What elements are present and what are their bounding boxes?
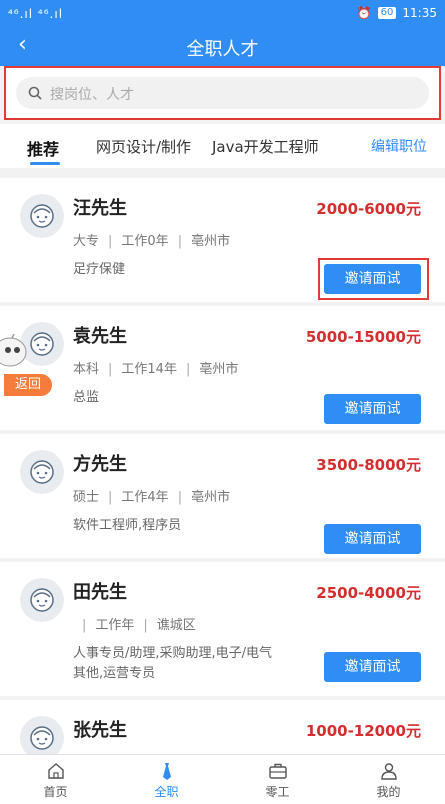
nav-mine-label: 我的	[376, 785, 401, 799]
candidate-tags: 足疗保健	[73, 262, 126, 277]
candidate-salary: 1000-12000元	[305, 722, 421, 740]
edit-jobs-link[interactable]: 编辑职位	[371, 136, 427, 156]
search-area: 搜岗位、人才	[4, 66, 441, 120]
candidate-salary: 2500-4000元	[316, 584, 421, 602]
avatar	[20, 450, 64, 494]
floating-return-widget[interactable]: 返回	[0, 334, 60, 404]
candidate-salary: 5000-15000元	[305, 328, 421, 346]
signal-indicator: ⁴⁶.ıl ⁴⁶.ıl	[8, 7, 64, 21]
candidate-name: 田先生	[73, 582, 127, 603]
job-tabs: 推荐 网页设计/制作 Java开发工程师 编辑职位	[0, 124, 445, 168]
candidate-education: 大专	[73, 234, 100, 249]
status-bar: ⁴⁶.ıl ⁴⁶.ıl ⏰ 60 11:35	[0, 0, 445, 28]
nav-fulltime[interactable]: 全职	[111, 755, 222, 804]
candidate-location: 谯城区	[156, 618, 196, 633]
candidate-experience: 工作年	[95, 618, 135, 633]
candidate-card[interactable]: 方先生 3500-8000元 硕士 | 工作4年 | 亳州市 软件工程师,程序员 邀请面…	[0, 434, 445, 558]
candidate-card[interactable]: 张先生 1000-12000元	[0, 700, 445, 760]
candidate-meta: 本科 | 工作14年 | 亳州市	[73, 362, 239, 377]
invite-interview-button[interactable]: 邀请面试	[324, 264, 421, 294]
candidate-experience: 工作4年	[121, 490, 169, 505]
tab-recommend[interactable]: 推荐	[27, 136, 59, 160]
status-time: 11:35	[402, 6, 437, 20]
invite-interview-button[interactable]: 邀请面试	[324, 394, 421, 424]
alarm-icon: ⏰	[356, 6, 372, 20]
nav-mine[interactable]: 我的	[333, 755, 444, 804]
candidate-education: 硕士	[73, 490, 100, 505]
nav-home[interactable]: 首页	[0, 755, 111, 804]
candidate-salary: 2000-6000元	[316, 200, 421, 218]
candidate-location: 亳州市	[199, 362, 239, 377]
nav-gig[interactable]: 零工	[222, 755, 333, 804]
avatar	[20, 194, 64, 238]
candidate-experience: 工作14年	[121, 362, 177, 377]
candidate-location: 亳州市	[191, 490, 231, 505]
nav-bar: ‹ 全职人才	[0, 28, 445, 66]
tab-java-developer[interactable]: Java开发工程师	[212, 136, 319, 157]
page-title: 全职人才	[186, 39, 259, 60]
candidate-name: 张先生	[73, 720, 127, 741]
bottom-nav: 首页 全职 零工 我的	[0, 754, 445, 804]
candidate-meta: 硕士 | 工作4年 | 亳州市	[73, 490, 231, 505]
avatar-icon	[30, 726, 54, 750]
candidate-tags: 软件工程师,程序员	[73, 518, 182, 533]
nav-fulltime-label: 全职	[154, 785, 179, 799]
candidate-tags: 人事专员/助理,采购助理,电子/电气 其他,运营专员	[73, 646, 273, 681]
invite-interview-button[interactable]: 邀请面试	[324, 652, 421, 682]
candidate-location: 亳州市	[191, 234, 231, 249]
avatar-icon	[30, 588, 54, 612]
candidate-tags: 总监	[73, 390, 100, 405]
candidate-name: 方先生	[73, 454, 127, 475]
invite-interview-button[interactable]: 邀请面试	[324, 524, 421, 554]
candidate-name: 汪先生	[73, 198, 127, 219]
candidate-salary: 3500-8000元	[316, 456, 421, 474]
search-placeholder: 搜岗位、人才	[50, 87, 134, 103]
tab-active-indicator	[30, 162, 60, 165]
user-icon	[380, 763, 397, 780]
candidate-name: 袁先生	[73, 326, 127, 347]
candidate-card[interactable]: 袁先生 5000-15000元 本科 | 工作14年 | 亳州市 总监 邀请面试	[0, 306, 445, 430]
robot-mascot-icon	[0, 334, 27, 367]
nav-gig-label: 零工	[265, 785, 290, 799]
candidate-meta: 大专 | 工作0年 | 亳州市	[73, 234, 231, 249]
return-button[interactable]: 返回	[4, 374, 52, 396]
tab-web-design[interactable]: 网页设计/制作	[96, 136, 191, 157]
search-icon	[28, 86, 42, 100]
avatar-icon	[30, 460, 54, 484]
candidate-education: 本科	[73, 362, 100, 377]
candidate-experience: 工作0年	[121, 234, 169, 249]
candidate-card[interactable]: 汪先生 2000-6000元 大专 | 工作0年 | 亳州市 足疗保健 邀请面试	[0, 178, 445, 302]
candidate-meta: | 工作年 | 谯城区	[82, 618, 196, 633]
battery-level: 60	[377, 7, 397, 19]
candidate-card[interactable]: 田先生 2500-4000元 | 工作年 | 谯城区 人事专员/助理,采购助理,电子/…	[0, 562, 445, 696]
briefcase-icon	[268, 763, 287, 779]
avatar-icon	[30, 204, 54, 228]
avatar	[20, 578, 64, 622]
nav-home-label: 首页	[43, 785, 68, 799]
home-icon	[47, 763, 64, 779]
tie-icon	[162, 763, 171, 780]
search-input[interactable]: 搜岗位、人才	[16, 77, 429, 109]
